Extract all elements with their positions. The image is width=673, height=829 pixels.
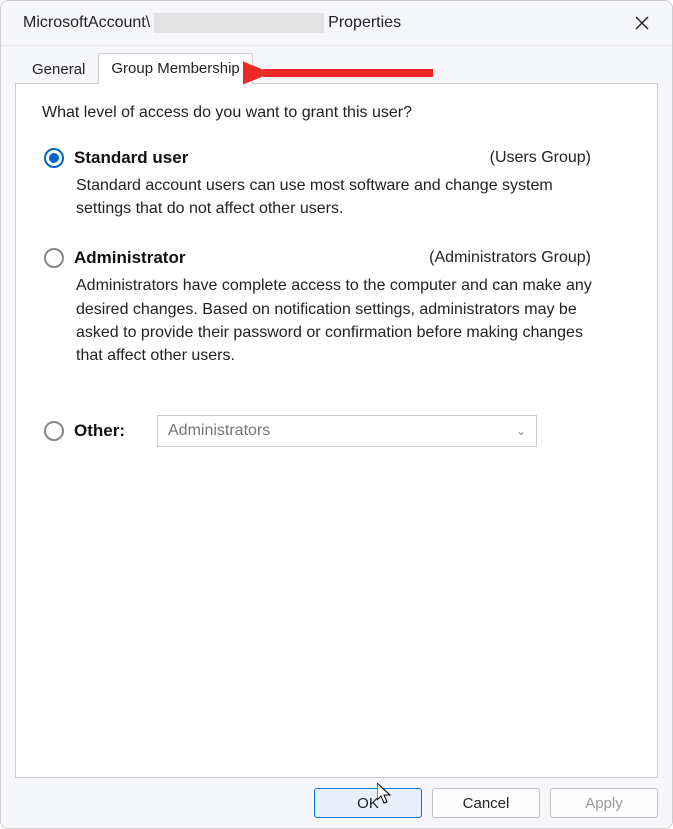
dialog-body: General Group Membership What level of a… [1,46,672,828]
cancel-button[interactable]: Cancel [432,788,540,818]
other-group-dropdown[interactable]: Administrators ⌄ [157,415,537,447]
chevron-down-icon: ⌄ [516,424,526,438]
dropdown-value: Administrators [168,422,270,440]
option-admin-group: (Administrators Group) [429,249,591,267]
option-admin-label: Administrator [74,248,185,268]
dialog-button-row: OK Cancel Apply [15,778,658,818]
title-suffix: Properties [328,14,401,32]
radio-administrator[interactable] [44,248,64,268]
option-standard-description: Standard account users can use most soft… [76,174,611,220]
option-admin-row[interactable]: Administrator (Administrators Group) [42,248,631,268]
properties-dialog: MicrosoftAccount\ Properties General Gro… [0,0,673,829]
window-title: MicrosoftAccount\ Properties [23,13,401,33]
option-other-label: Other: [74,421,125,441]
close-icon [635,16,649,30]
option-standard-group: (Users Group) [490,149,591,167]
radio-standard[interactable] [44,148,64,168]
apply-button[interactable]: Apply [550,788,658,818]
option-standard-label: Standard user [74,148,188,168]
title-redacted-account [154,13,324,33]
tab-group-membership[interactable]: Group Membership [98,53,252,84]
tabstrip: General Group Membership [15,52,658,83]
option-other-row[interactable]: Other: Administrators ⌄ [42,415,631,447]
option-admin-description: Administrators have complete access to t… [76,274,611,367]
option-standard-row[interactable]: Standard user (Users Group) [42,148,631,168]
close-button[interactable] [626,9,658,37]
tab-general[interactable]: General [19,54,98,84]
radio-other[interactable] [44,421,64,441]
access-prompt: What level of access do you want to gran… [42,104,631,122]
ok-button[interactable]: OK [314,788,422,818]
tab-content: What level of access do you want to gran… [15,83,658,778]
title-prefix: MicrosoftAccount\ [23,14,150,32]
titlebar: MicrosoftAccount\ Properties [1,1,672,46]
